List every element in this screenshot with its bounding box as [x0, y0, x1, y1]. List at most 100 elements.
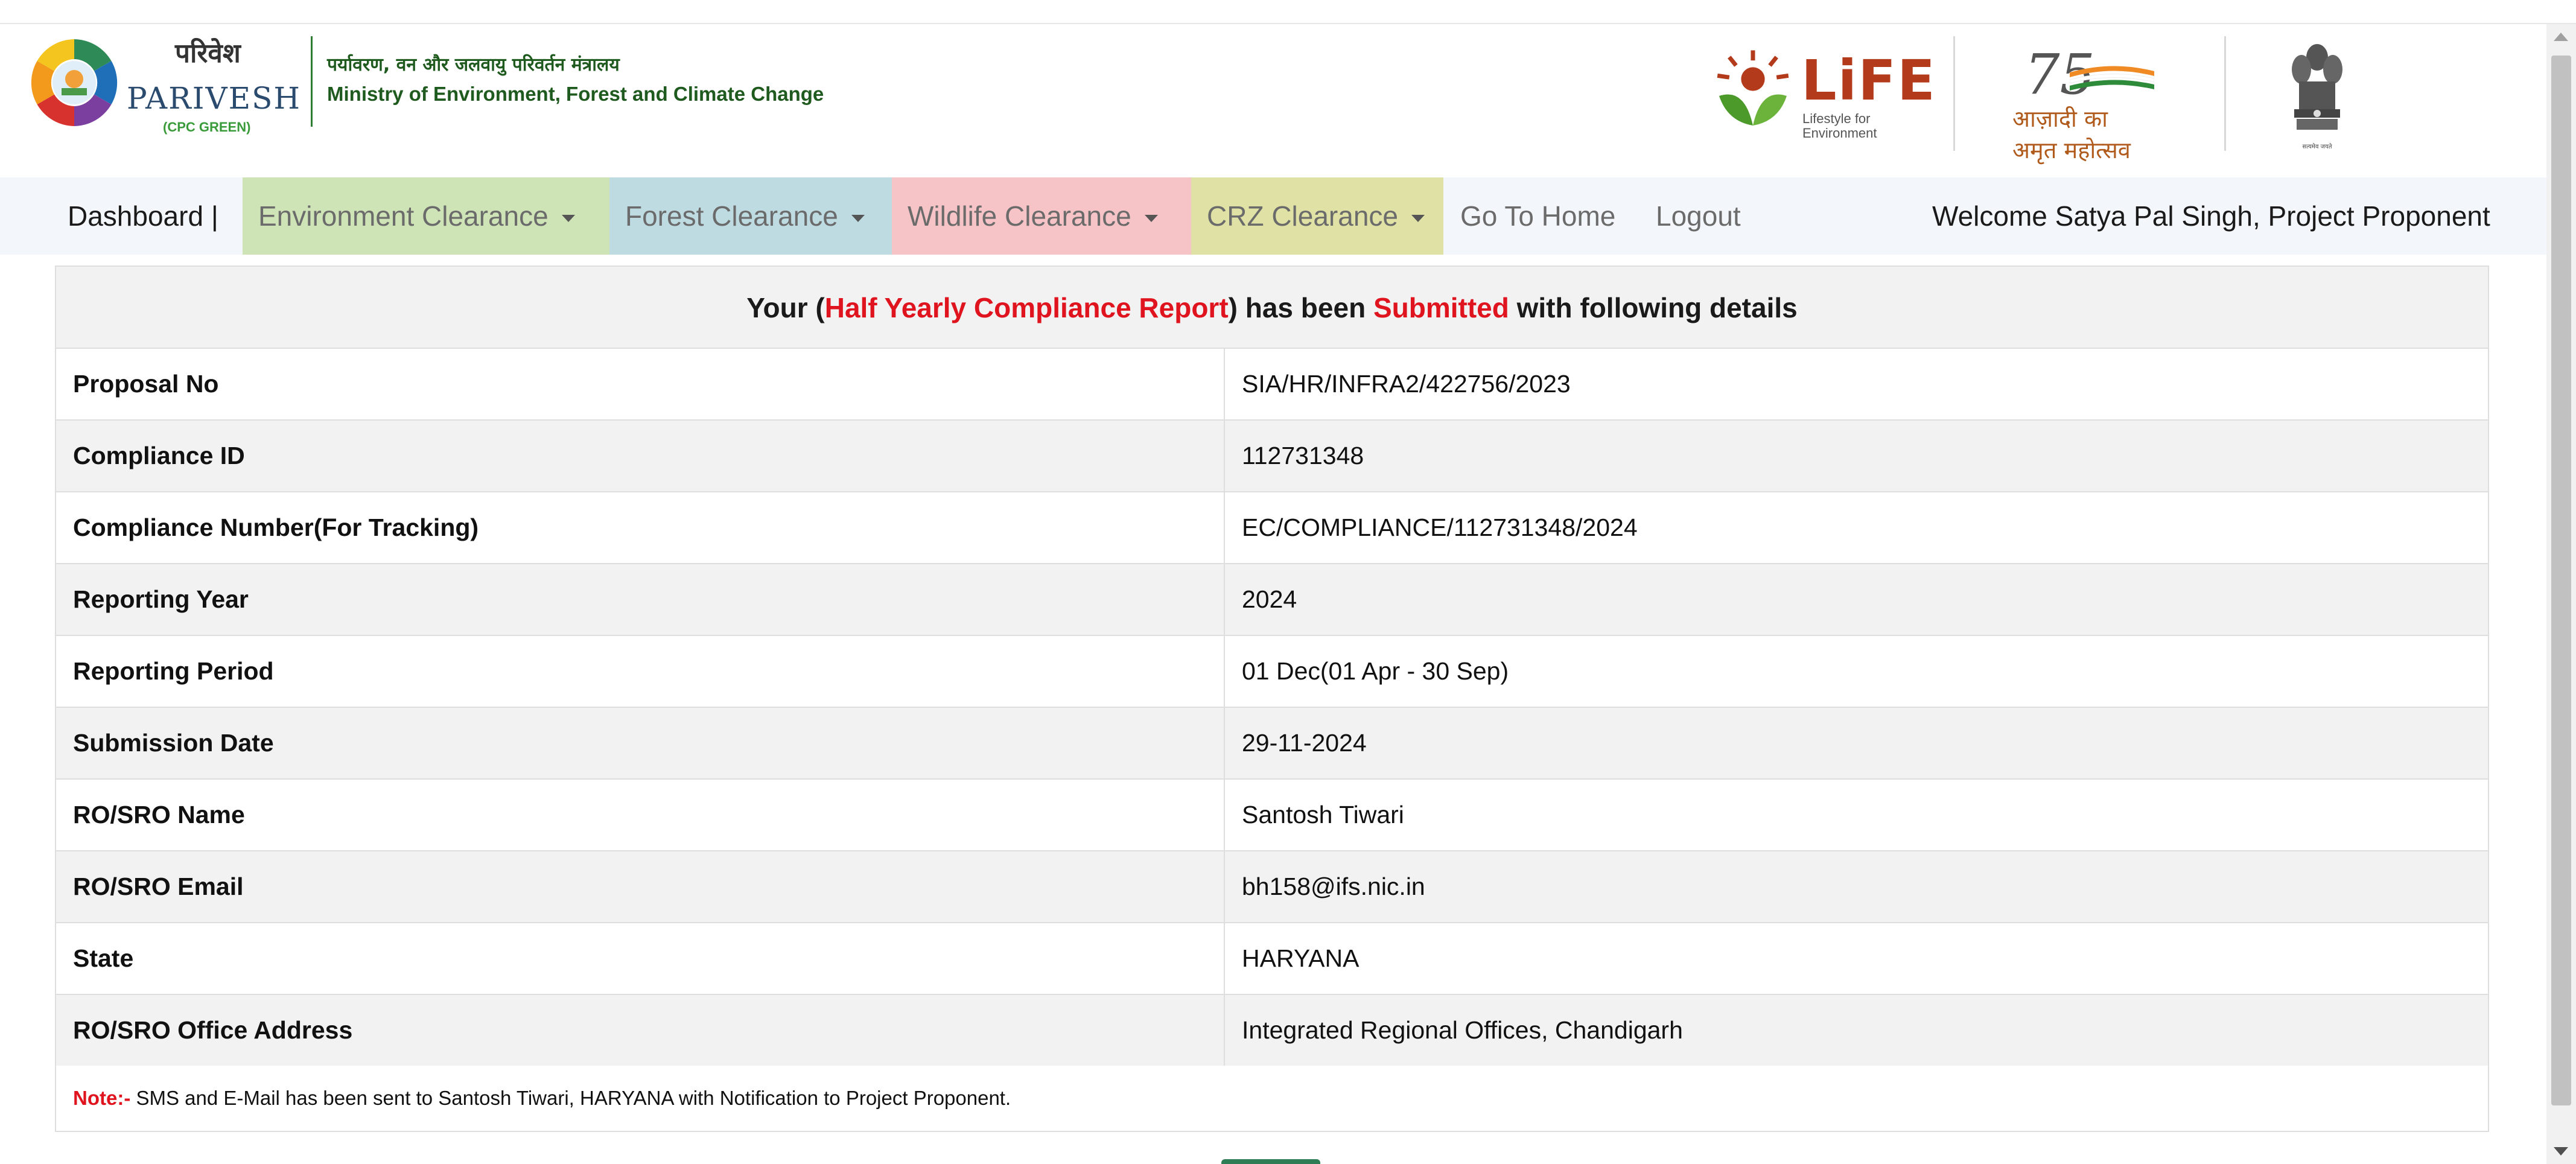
notification-note: Note:- SMS and E-Mail has been sent to S…: [56, 1066, 2488, 1131]
note-text: SMS and E-Mail has been sent to Santosh …: [130, 1087, 1011, 1109]
cell-divider: [1224, 636, 1225, 707]
logo-cpc-tag: (CPC GREEN): [163, 119, 251, 135]
cell-divider: [1224, 780, 1225, 850]
browser-top-strip: [0, 0, 2576, 24]
row-value: Santosh Tiwari: [1242, 801, 1404, 828]
row-label: Submission Date: [73, 729, 274, 757]
cell-divider: [1224, 995, 1225, 1066]
life-leaf-icon: [1717, 50, 1789, 126]
national-emblem-icon: [2292, 44, 2342, 130]
note-label: Note:-: [73, 1087, 131, 1109]
site-header: परिवेश PARIVESH (CPC GREEN) पर्यावरण, वन…: [0, 24, 2546, 177]
row-value: EC/COMPLIANCE/112731348/2024: [1242, 514, 1638, 541]
chevron-down-icon: [851, 214, 865, 222]
table-row: Submission Date 29-11-2024: [56, 708, 2488, 780]
table-row: Reporting Period 01 Dec(01 Apr - 30 Sep): [56, 636, 2488, 708]
nav-go-to-home[interactable]: Go To Home: [1445, 177, 1615, 255]
table-row: Reporting Year 2024: [56, 564, 2488, 636]
chevron-down-icon: [561, 214, 575, 222]
table-row: Proposal No SIA/HR/INFRA2/422756/2023: [56, 349, 2488, 421]
row-label: Reporting Year: [73, 585, 249, 613]
cell-divider: [1224, 708, 1225, 778]
welcome-label: Welcome Satya Pal Singh, Project Propone…: [1932, 200, 2490, 232]
parivesh-logo-text: परिवेश PARIVESH (CPC GREEN): [127, 34, 302, 154]
azadi-text: आज़ादी का अमृत महोत्सव: [2012, 106, 2131, 164]
row-label: Reporting Period: [73, 657, 274, 685]
table-row: RO/SRO Office Address Integrated Regiona…: [56, 995, 2488, 1067]
azadi-flag-icon: [2070, 66, 2154, 91]
nav-crz-clearance[interactable]: CRZ Clearance: [1191, 177, 1443, 255]
report-title-middle: ) has been: [1228, 292, 1373, 323]
nav-wildlife-label: Wildlife Clearance: [908, 200, 1131, 232]
life-word: LiFE: [1801, 48, 1936, 113]
cell-divider: [1224, 492, 1225, 563]
chevron-down-icon: [1144, 214, 1158, 222]
parivesh-wheel-icon: [31, 39, 118, 126]
vertical-scrollbar[interactable]: [2546, 24, 2576, 1164]
report-title: Your (Half Yearly Compliance Report) has…: [56, 267, 2488, 349]
chevron-down-icon: [1411, 214, 1425, 222]
nav-logout-label: Logout: [1656, 200, 1741, 232]
logo-hindi-title: परिवेश: [175, 38, 241, 69]
life-subtitle-line1: Lifestyle for: [1802, 111, 1871, 126]
nav-wildlife-clearance[interactable]: Wildlife Clearance: [892, 177, 1191, 255]
row-label: Compliance Number(For Tracking): [73, 514, 479, 541]
nav-forest-clearance[interactable]: Forest Clearance: [609, 177, 892, 255]
life-logo: LiFE Lifestyle for Environment: [1711, 42, 1935, 141]
report-status: Submitted: [1373, 292, 1509, 323]
national-emblem: सत्यमेव जयते: [2281, 39, 2353, 154]
azadi-logo: 75 आज़ादी का अमृत महोत्सव: [2012, 42, 2157, 164]
cell-divider: [1224, 421, 1225, 491]
scrollbar-thumb[interactable]: [2551, 56, 2571, 1105]
row-value: 112731348: [1242, 442, 1364, 469]
scroll-down-arrow-icon[interactable]: [2554, 1147, 2568, 1156]
table-row: Compliance ID 112731348: [56, 421, 2488, 492]
report-title-suffix: with following details: [1509, 292, 1798, 323]
cell-divider: [1224, 349, 1225, 419]
row-label: State: [73, 944, 134, 972]
report-type: Half Yearly Compliance Report: [824, 292, 1229, 323]
logo-divider: [311, 36, 313, 127]
nav-crz-label: CRZ Clearance: [1207, 200, 1398, 232]
main-navbar: Dashboard | Environment Clearance Forest…: [0, 177, 2546, 255]
life-subtitle-line2: Environment: [1802, 126, 1877, 141]
bottom-action-button[interactable]: [1221, 1159, 1320, 1164]
row-label: RO/SRO Office Address: [73, 1016, 353, 1044]
table-row: RO/SRO Name Santosh Tiwari: [56, 780, 2488, 851]
nav-dashboard[interactable]: Dashboard |: [52, 177, 218, 255]
welcome-user-text: Welcome Satya Pal Singh, Project Propone…: [1916, 177, 2490, 255]
row-value: 01 Dec(01 Apr - 30 Sep): [1242, 657, 1509, 685]
header-divider-1: [1953, 36, 1955, 151]
row-label: RO/SRO Name: [73, 801, 245, 828]
ministry-hindi-title: पर्यावरण, वन और जलवायु परिवर्तन मंत्रालय: [327, 54, 620, 75]
nav-environment-clearance[interactable]: Environment Clearance: [243, 177, 609, 255]
row-value: Integrated Regional Offices, Chandigarh: [1242, 1016, 1683, 1044]
ministry-english-title: Ministry of Environment, Forest and Clim…: [327, 83, 824, 105]
logo-parivesh-name: PARIVESH: [127, 81, 302, 116]
header-divider-2: [2224, 36, 2226, 151]
nav-logout[interactable]: Logout: [1640, 177, 1741, 255]
emblem-caption: सत्यमेव जयते: [2302, 144, 2332, 150]
table-row: RO/SRO Email bh158@ifs.nic.in: [56, 851, 2488, 923]
cell-divider: [1224, 564, 1225, 635]
row-value: SIA/HR/INFRA2/422756/2023: [1242, 370, 1571, 398]
nav-environment-label: Environment Clearance: [258, 200, 549, 232]
table-row: Compliance Number(For Tracking) EC/COMPL…: [56, 492, 2488, 564]
row-value: HARYANA: [1242, 944, 1360, 972]
scroll-up-arrow-icon[interactable]: [2554, 33, 2568, 41]
life-subtitle: Lifestyle for Environment: [1802, 112, 1877, 141]
cell-divider: [1224, 923, 1225, 994]
compliance-report-table: Your (Half Yearly Compliance Report) has…: [55, 266, 2489, 1132]
nav-forest-label: Forest Clearance: [625, 200, 838, 232]
row-label: RO/SRO Email: [73, 873, 244, 900]
row-value: 29-11-2024: [1242, 729, 1367, 757]
table-row: State HARYANA: [56, 923, 2488, 995]
row-value: bh158@ifs.nic.in: [1242, 873, 1425, 900]
cell-divider: [1224, 851, 1225, 922]
nav-dashboard-label: Dashboard |: [68, 200, 218, 232]
nav-home-label: Go To Home: [1460, 200, 1616, 232]
row-label: Proposal No: [73, 370, 219, 398]
row-value: 2024: [1242, 585, 1297, 613]
row-label: Compliance ID: [73, 442, 245, 469]
report-title-prefix: Your (: [746, 292, 825, 323]
